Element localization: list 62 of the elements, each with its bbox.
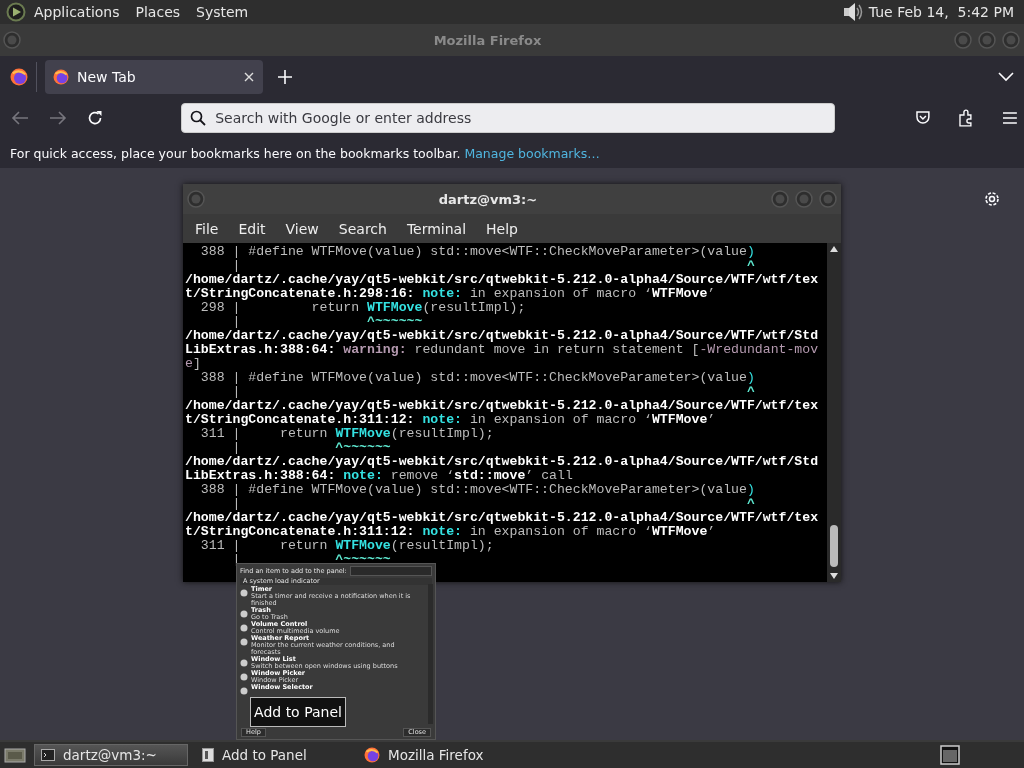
terminal-line: 298 | return WTFMove(resultImpl); bbox=[199, 301, 527, 315]
terminal-line: t/StringConcatenate.h:311:12: note: in expansion of macro ‘WTFMove’ bbox=[185, 413, 717, 427]
taskbar-button[interactable]: Mozilla Firefox bbox=[358, 744, 512, 766]
terminal-line: /home/dartz/.cache/yay/qt5-webkit/src/qtwebkit-5.212.0-alpha4/Source/WTF/wtf/Std bbox=[185, 329, 820, 343]
terminal-line: /home/dartz/.cache/yay/qt5-webkit/src/qtwebkit-5.212.0-alpha4/Source/WTF/wtf/Std bbox=[185, 455, 820, 469]
panel-menu[interactable]: Places bbox=[127, 4, 189, 20]
menu-item[interactable]: File bbox=[185, 220, 229, 237]
workspace-icon[interactable] bbox=[940, 745, 960, 765]
window-icon bbox=[202, 748, 214, 762]
shield-icon[interactable] bbox=[914, 110, 931, 126]
panel-menu[interactable]: Applications bbox=[26, 4, 128, 20]
firefox-logo-icon bbox=[53, 69, 69, 85]
menu-item[interactable]: View bbox=[275, 220, 329, 237]
reload-icon[interactable] bbox=[87, 110, 104, 126]
panel-menu[interactable]: System bbox=[188, 4, 257, 20]
terminal-line: | ^ bbox=[231, 259, 756, 273]
scrollbar[interactable] bbox=[827, 243, 841, 582]
plus-icon[interactable] bbox=[277, 69, 293, 85]
browser-tab[interactable]: New Tab bbox=[45, 60, 263, 94]
terminal-line: | ^~~~~~~ bbox=[231, 441, 392, 455]
manage-bookmarks-link[interactable]: Manage bookmarks… bbox=[464, 145, 600, 161]
search-field[interactable] bbox=[349, 566, 432, 576]
window-title: Mozilla Firefox bbox=[432, 32, 543, 48]
taskbar-button[interactable]: dartz@vm3:~ bbox=[34, 744, 188, 766]
window-title: dartz@vm3:~ bbox=[437, 191, 539, 207]
menu-icon[interactable] bbox=[1002, 111, 1018, 125]
applet-icon bbox=[240, 589, 248, 597]
terminal-line: 388 | #define WTFMove(value) std::move<WTF::CheckMoveParameter>(value) bbox=[199, 371, 756, 385]
settings-icon[interactable] bbox=[983, 190, 1001, 208]
terminal-line: 311 | return WTFMove(resultImpl); bbox=[199, 427, 495, 441]
puzzle-icon[interactable] bbox=[958, 109, 975, 127]
bookmarks-message: For quick access, place your bookmarks here on the bookmarks toolbar. bbox=[10, 145, 461, 161]
firefox-logo-icon bbox=[10, 68, 28, 86]
chevron-down-icon[interactable] bbox=[998, 72, 1014, 82]
menu-item[interactable]: Edit bbox=[228, 220, 276, 237]
terminal-line: 311 | return WTFMove(resultImpl); bbox=[199, 539, 495, 553]
terminal-line: /home/dartz/.cache/yay/qt5-webkit/src/qtwebkit-5.212.0-alpha4/Source/WTF/wtf/tex bbox=[185, 273, 820, 287]
firefox-logo-icon bbox=[364, 747, 380, 763]
address-field[interactable]: Search with Google or enter address bbox=[181, 103, 835, 133]
terminal-line: 388 | #define WTFMove(value) std::move<WTF::CheckMoveParameter>(value) bbox=[199, 483, 756, 497]
terminal-line: | ^~~~~~~ bbox=[231, 315, 424, 329]
logo-icon bbox=[6, 2, 26, 22]
terminal-line: /home/dartz/.cache/yay/qt5-webkit/src/qtwebkit-5.212.0-alpha4/Source/WTF/wtf/tex bbox=[185, 399, 820, 413]
terminal-line: LibExtras.h:388:64: warning: redundant move in return statement [-Wredundant-mov bbox=[185, 343, 820, 357]
menu-item[interactable]: Terminal bbox=[396, 220, 477, 237]
terminal-line: t/StringConcatenate.h:298:16: note: in expansion of macro ‘WTFMove’ bbox=[185, 287, 717, 301]
search-icon bbox=[190, 110, 207, 126]
terminal-line: 388 | #define WTFMove(value) std::move<WTF::CheckMoveParameter>(value) bbox=[199, 245, 756, 259]
terminal-line: e] bbox=[185, 357, 201, 371]
terminal-line: | ^ bbox=[231, 497, 756, 511]
close-icon[interactable] bbox=[243, 71, 255, 83]
show-desktop-icon[interactable] bbox=[4, 746, 26, 764]
taskbar-button[interactable]: Add to Panel bbox=[196, 744, 350, 766]
tooltip: Add to Panel bbox=[250, 697, 346, 727]
clock[interactable]: Tue Feb 14, 5:42 PM bbox=[862, 4, 1018, 20]
terminal-icon bbox=[41, 749, 55, 761]
terminal-line: LibExtras.h:388:64: note: remove ‘std::move’ call bbox=[185, 469, 574, 483]
terminal-line: /home/dartz/.cache/yay/qt5-webkit/src/qtwebkit-5.212.0-alpha4/Source/WTF/wtf/tex bbox=[185, 511, 820, 525]
terminal-line: | ^ bbox=[231, 385, 756, 399]
menu-item[interactable]: Search bbox=[328, 220, 397, 237]
terminal-line: t/StringConcatenate.h:311:12: note: in expansion of macro ‘WTFMove’ bbox=[185, 525, 717, 539]
menu-item[interactable]: Help bbox=[476, 220, 528, 237]
